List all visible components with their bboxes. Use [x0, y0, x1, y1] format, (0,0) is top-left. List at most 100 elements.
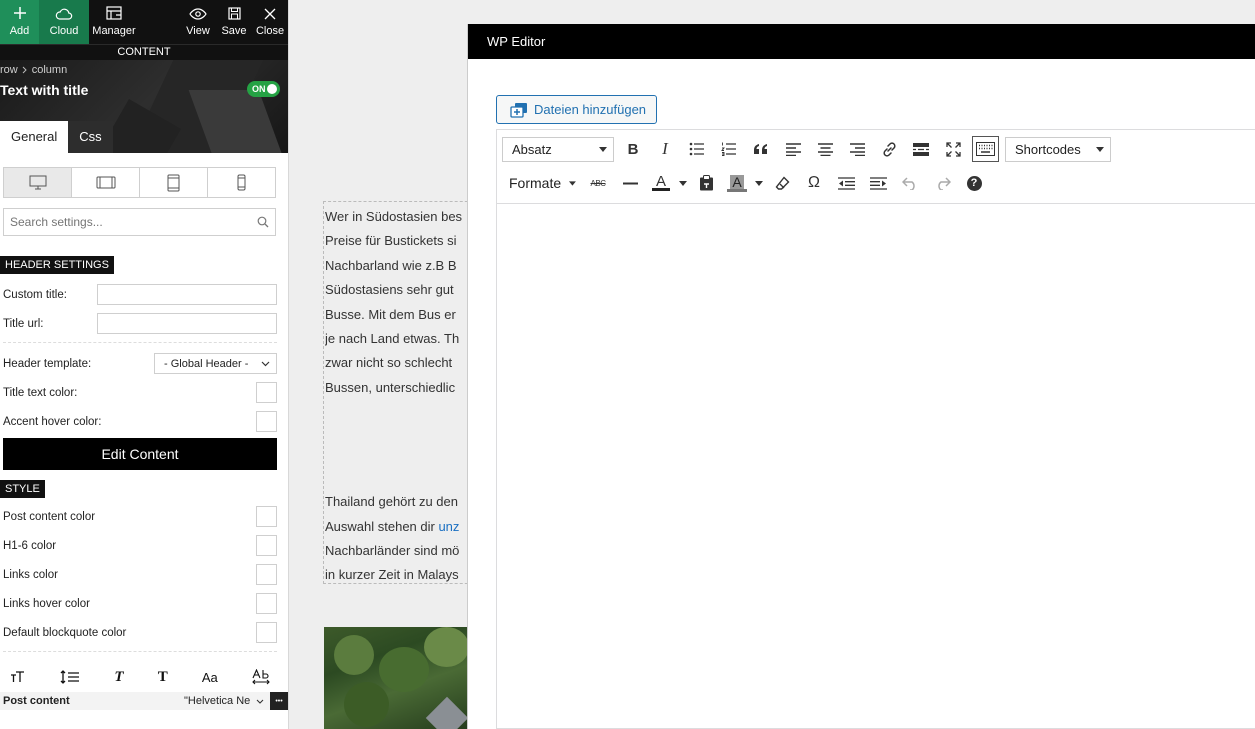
align-left-button[interactable] [777, 134, 809, 164]
element-enabled-toggle[interactable]: ON [247, 81, 280, 97]
settings-search-input[interactable] [10, 215, 230, 229]
breadcrumb: row column [0, 64, 67, 76]
breadcrumb-row[interactable]: row [0, 64, 18, 76]
keyboard-icon [976, 142, 995, 156]
builder-panel: Add Cloud Manager View Save Close CONTEN… [0, 0, 289, 729]
undo-icon [901, 176, 915, 190]
edit-content-button[interactable]: Edit Content [3, 438, 277, 470]
indent-button[interactable] [862, 168, 894, 198]
cloud-button[interactable]: Cloud [39, 0, 89, 44]
font-family-select[interactable]: "Helvetica Ne [184, 695, 250, 707]
add-media-button[interactable]: Dateien hinzufügen [496, 95, 658, 124]
blockquote-color-row: Default blockquote color [0, 618, 288, 647]
letter-spacing-icon[interactable] [252, 669, 270, 685]
chevron-down-icon[interactable] [256, 699, 264, 704]
typography-toolbar: T T Aa [0, 662, 288, 692]
text-color-button[interactable]: A [646, 168, 676, 198]
title-url-input[interactable] [97, 313, 277, 334]
device-desktop[interactable] [4, 168, 72, 197]
post-content-color-swatch[interactable] [256, 506, 277, 527]
paragraph-line: Preise für Bustickets si [325, 233, 457, 249]
paste-text-button[interactable] [690, 168, 722, 198]
numbered-list-button[interactable] [713, 134, 745, 164]
numbered-list-icon [721, 142, 736, 156]
paragraph-line: in kurzer Zeit in Malays [325, 567, 459, 583]
header-template-select[interactable]: - Global Header - [154, 353, 277, 374]
device-mobile[interactable] [208, 168, 275, 197]
bullet-list-button[interactable] [681, 134, 713, 164]
manager-button[interactable]: Manager [89, 0, 139, 44]
line-height-icon[interactable] [60, 670, 80, 684]
breadcrumb-column[interactable]: column [32, 64, 67, 76]
style-label: STYLE [0, 480, 45, 498]
bold-icon: B [627, 140, 639, 158]
shortcodes-select[interactable]: Shortcodes [1005, 136, 1111, 162]
title-text-color-swatch[interactable] [256, 382, 277, 403]
custom-title-input[interactable] [97, 284, 277, 305]
wp-editor-modal: WP Editor Dateien hinzufügen Absatz B I [467, 24, 1255, 729]
caret-down-icon [1096, 146, 1104, 152]
background-color-dropdown[interactable] [752, 168, 766, 198]
font-weight-icon[interactable]: T [158, 669, 168, 686]
paragraph-line: Wer in Südostasien bes [325, 209, 463, 224]
links-color-row: Links color [0, 560, 288, 589]
block-format-select[interactable]: Absatz [502, 136, 614, 162]
device-tablet-landscape[interactable] [72, 168, 140, 197]
paragraph-line: Bussen, unterschiedlic [325, 379, 456, 395]
accent-hover-color-swatch[interactable] [256, 411, 277, 432]
editor-content-area[interactable] [497, 205, 1255, 728]
h16-color-swatch[interactable] [256, 535, 277, 556]
blockquote-button[interactable] [745, 134, 777, 164]
tab-general[interactable]: General [0, 121, 69, 153]
fullscreen-button[interactable] [937, 134, 969, 164]
paragraph-line: zwar nicht so schlecht [325, 355, 453, 371]
text-with-title-block[interactable]: Wer in Südostasien bes Preise für Bustic… [323, 201, 483, 584]
links-hover-color-row: Links hover color [0, 589, 288, 618]
align-right-button[interactable] [841, 134, 873, 164]
color-underline [652, 188, 670, 191]
tablet-portrait-icon [167, 174, 180, 191]
italic-button[interactable]: I [649, 134, 681, 164]
toolbar-toggle-button[interactable] [972, 136, 999, 162]
tinymce-editor: Absatz B I Shortcodes Formate ABC A A Ω … [496, 129, 1255, 729]
clear-formatting-button[interactable] [766, 168, 798, 198]
font-size-icon[interactable] [10, 671, 26, 683]
view-button[interactable]: View [180, 0, 216, 44]
fullscreen-icon [945, 141, 961, 157]
save-button[interactable]: Save [216, 0, 252, 44]
formats-menu[interactable]: Formate [502, 171, 582, 196]
align-center-button[interactable] [809, 134, 841, 164]
caret-down-icon [755, 180, 763, 186]
undo-button[interactable] [894, 168, 926, 198]
links-color-swatch[interactable] [256, 564, 277, 585]
settings-search [3, 208, 276, 236]
links-hover-color-swatch[interactable] [256, 593, 277, 614]
tab-css[interactable]: Css [68, 121, 113, 153]
more-options-icon[interactable]: ••• [270, 692, 288, 710]
read-more-button[interactable] [905, 134, 937, 164]
omega-icon: Ω [808, 174, 820, 191]
strikethrough-button[interactable]: ABC [582, 168, 614, 198]
caret-down-icon [679, 180, 687, 186]
device-tablet-portrait[interactable] [140, 168, 208, 197]
inline-link[interactable]: unz [438, 519, 459, 534]
horizontal-line-button[interactable] [614, 168, 646, 198]
blockquote-color-swatch[interactable] [256, 622, 277, 643]
background-color-button[interactable]: A [722, 168, 752, 198]
keyboard-shortcuts-button[interactable]: ? [958, 168, 990, 198]
redo-button[interactable] [926, 168, 958, 198]
bullet-list-icon [689, 142, 704, 156]
italic-style-icon[interactable]: T [114, 669, 123, 686]
special-character-button[interactable]: Ω [798, 168, 830, 198]
divider [3, 342, 277, 343]
paragraph-line: Busse. Mit dem Bus er [325, 306, 456, 322]
bold-button[interactable]: B [617, 134, 649, 164]
close-button[interactable]: Close [252, 0, 288, 44]
post-content-color-row: Post content color [0, 502, 288, 531]
insert-link-button[interactable] [873, 134, 905, 164]
outdent-button[interactable] [830, 168, 862, 198]
text-transform-icon[interactable]: Aa [202, 670, 218, 685]
add-button[interactable]: Add [0, 0, 39, 44]
paragraph-line: Nachbarland wie z.B B [325, 257, 457, 273]
text-color-dropdown[interactable] [676, 168, 690, 198]
